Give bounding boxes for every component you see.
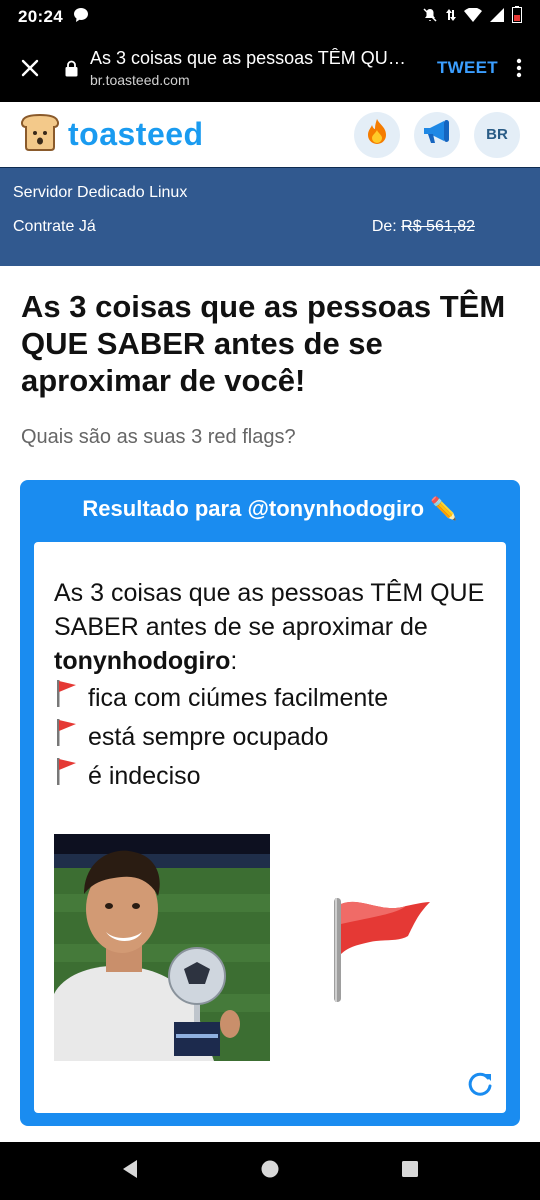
signal-icon xyxy=(490,7,504,27)
site-logo[interactable]: toasteed xyxy=(20,113,204,156)
flag-item-text: está sempre ocupado xyxy=(88,722,329,751)
result-text: As 3 coisas que as pessoas TÊM QUE SABER… xyxy=(54,576,494,795)
mute-icon xyxy=(422,7,438,28)
browser-domain: br.toasteed.com xyxy=(90,72,190,88)
toast-logo-icon xyxy=(20,113,60,156)
result-colon: : xyxy=(230,647,238,675)
result-intro: As 3 coisas que as pessoas TÊM QUE SABER… xyxy=(54,576,494,678)
trending-button[interactable] xyxy=(354,111,400,158)
flag-item-text: fica com ciúmes facilmente xyxy=(88,683,389,712)
list-item: é indeciso xyxy=(54,756,494,795)
url-area[interactable]: As 3 coisas que as pessoas TÊM QUE SABER… xyxy=(60,48,423,88)
language-label: BR xyxy=(486,126,508,143)
fire-icon xyxy=(365,118,389,151)
list-item: está sempre ocupado xyxy=(54,717,494,756)
data-arrows-icon xyxy=(446,7,456,28)
red-flag-icon xyxy=(54,756,80,795)
result-card: Resultado para @tonynhodogiro ✏️ As 3 co… xyxy=(20,480,520,1126)
ad-cta[interactable]: Contrate Já xyxy=(13,218,96,236)
lock-icon xyxy=(60,60,82,77)
flag-item-text: é indeciso xyxy=(88,761,201,790)
back-icon[interactable] xyxy=(119,1158,141,1185)
list-item: fica com ciúmes facilmente xyxy=(54,678,494,717)
result-username: tonynhodogiro xyxy=(54,647,231,675)
system-nav-bar xyxy=(0,1142,540,1200)
browser-page-title: As 3 coisas que as pessoas TÊM QUE SABER… xyxy=(90,48,408,68)
status-bar: 20:24 xyxy=(0,0,540,34)
result-intro-text: As 3 coisas que as pessoas TÊM QUE SABER… xyxy=(54,579,485,641)
home-icon[interactable] xyxy=(259,1158,281,1185)
red-flag-icon xyxy=(326,894,436,1009)
megaphone-icon xyxy=(422,119,452,150)
tweet-button[interactable]: TWEET xyxy=(437,58,498,78)
ad-banner[interactable]: Servidor Dedicado Linux Contrate Já De: … xyxy=(0,167,540,266)
result-content: As 3 coisas que as pessoas TÊM QUE SABER… xyxy=(34,542,506,1113)
ad-price-prefix: De: xyxy=(371,218,402,235)
result-header: Resultado para @tonynhodogiro ✏️ xyxy=(82,496,458,521)
chat-bubble-icon xyxy=(73,7,89,28)
battery-icon xyxy=(512,6,522,28)
status-time: 20:24 xyxy=(18,7,63,26)
recents-icon[interactable] xyxy=(399,1158,421,1185)
refresh-icon[interactable] xyxy=(466,1070,494,1103)
announcements-button[interactable] xyxy=(414,111,460,158)
browser-toolbar: As 3 coisas que as pessoas TÊM QUE SABER… xyxy=(0,34,540,102)
page-subtitle: Quais são as suas 3 red flags? xyxy=(21,426,296,448)
ad-price: De: R$ 561,82 xyxy=(372,218,475,236)
ad-headline: Servidor Dedicado Linux xyxy=(13,184,188,201)
language-button[interactable]: BR xyxy=(474,111,520,158)
profile-photo xyxy=(54,834,270,1061)
site-header: toasteed BR xyxy=(0,102,540,167)
red-flag-icon xyxy=(54,678,80,717)
logo-text: toasteed xyxy=(68,116,204,152)
red-flag-icon xyxy=(54,717,80,756)
page-title: As 3 coisas que as pessoas TÊM QUE SABER… xyxy=(21,289,506,398)
wifi-icon xyxy=(464,7,482,27)
more-vert-icon[interactable] xyxy=(498,34,540,102)
ad-price-old: R$ 561,82 xyxy=(401,218,475,235)
close-icon[interactable] xyxy=(0,34,60,102)
